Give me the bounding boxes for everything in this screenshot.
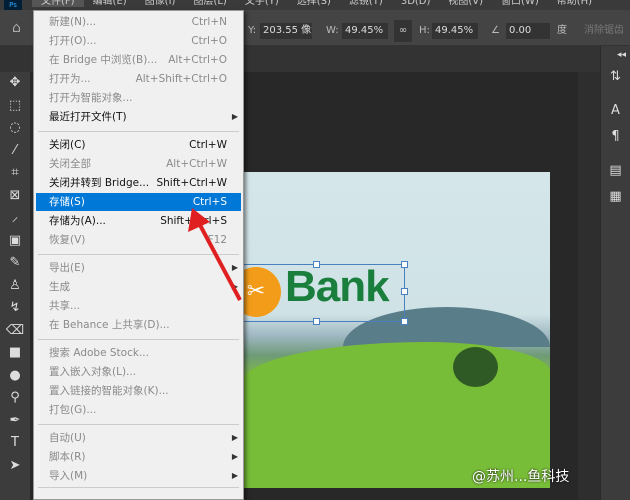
red-arrow-annotation [188,208,242,301]
